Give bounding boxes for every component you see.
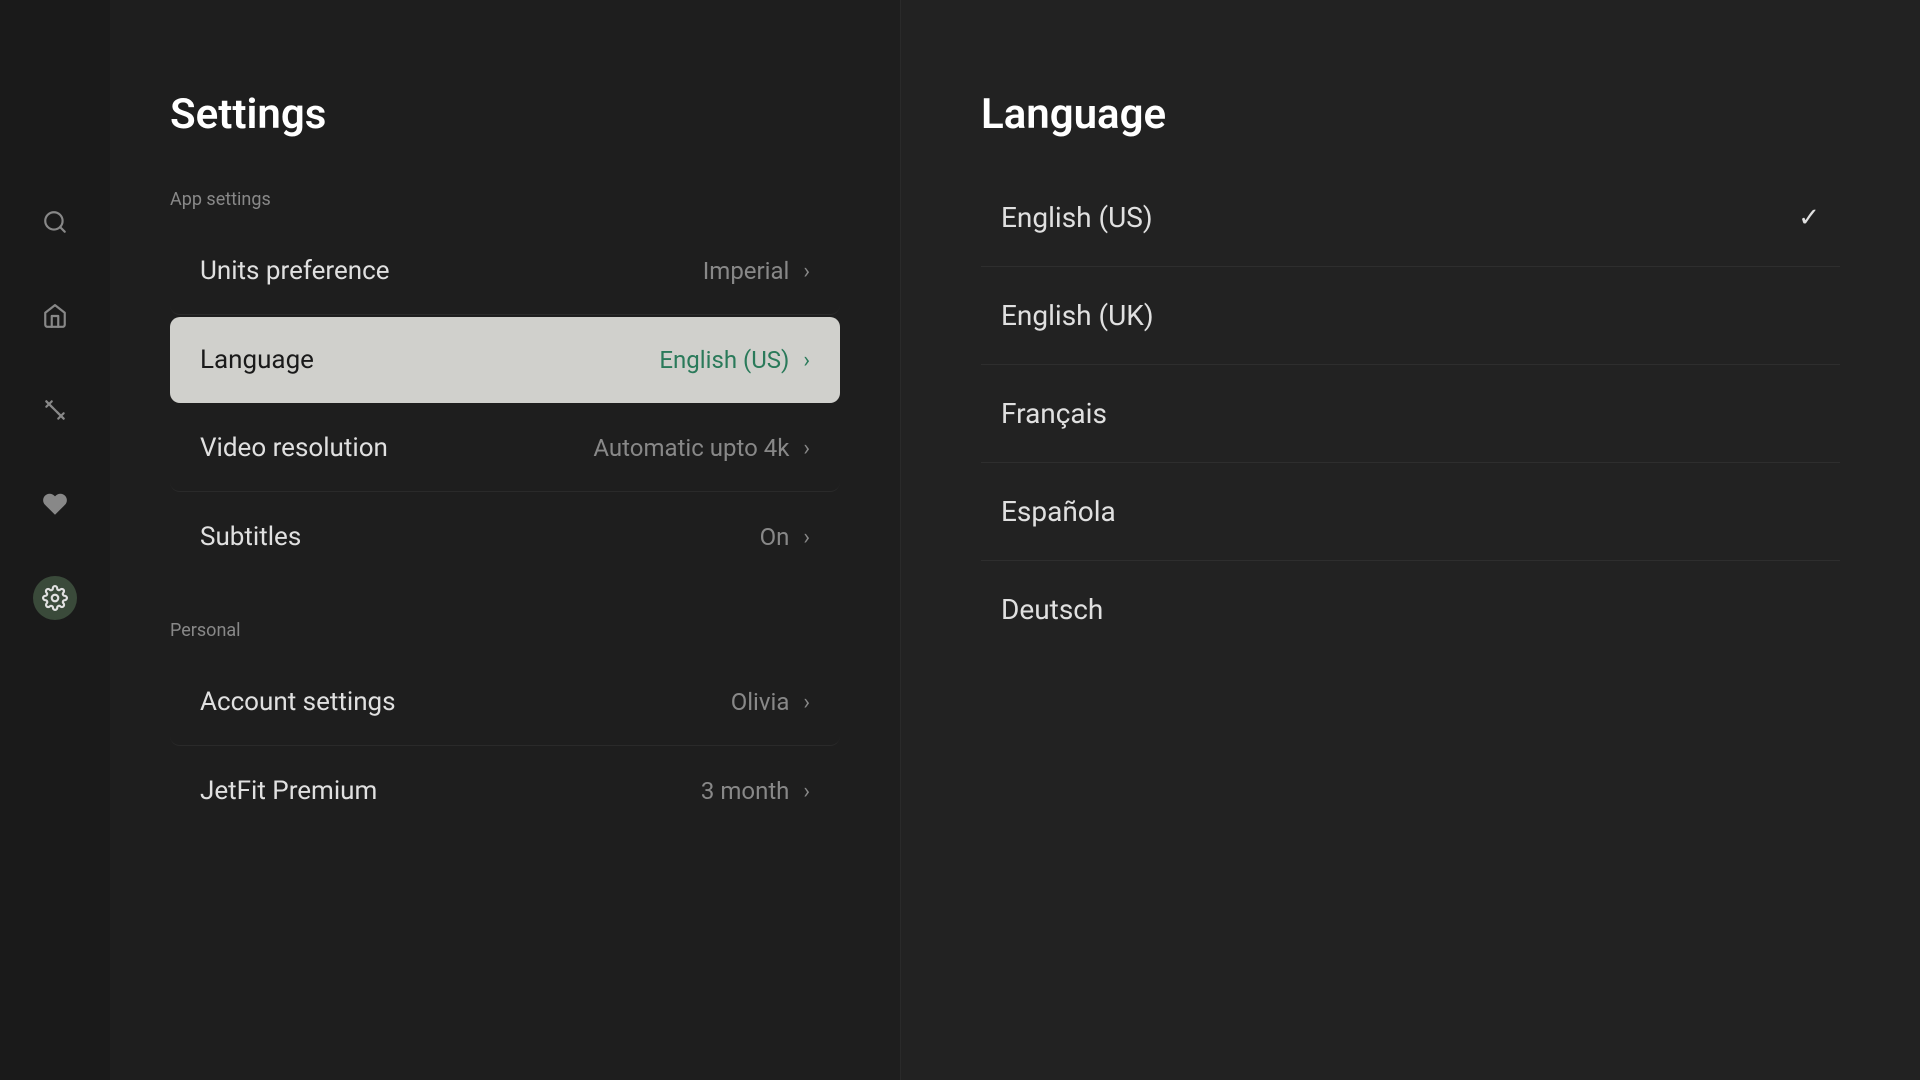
favorites-icon[interactable] [33, 482, 77, 526]
video-label: Video resolution [200, 433, 388, 463]
language-option-francais[interactable]: Français [981, 365, 1840, 463]
settings-panel: Settings App settings Units preference I… [110, 0, 900, 1080]
language-name-english-us: English (US) [1001, 201, 1153, 234]
account-right: Olivia › [731, 688, 810, 716]
premium-label: JetFit Premium [200, 776, 377, 806]
language-name-francais: Français [1001, 397, 1107, 430]
account-value: Olivia [731, 688, 790, 716]
language-list: English (US) ✓ English (UK) Français Esp… [981, 169, 1840, 658]
language-panel-title: Language [981, 90, 1840, 139]
video-resolution-item[interactable]: Video resolution Automatic upto 4k › [170, 405, 840, 492]
app-settings-label: App settings [170, 189, 840, 210]
premium-item[interactable]: JetFit Premium 3 month › [170, 748, 840, 834]
language-name-english-uk: English (UK) [1001, 299, 1154, 332]
account-label: Account settings [200, 687, 396, 717]
check-icon-english-us: ✓ [1798, 203, 1820, 233]
language-option-espanola[interactable]: Española [981, 463, 1840, 561]
language-label: Language [200, 345, 314, 375]
search-icon[interactable] [33, 200, 77, 244]
subtitles-item[interactable]: Subtitles On › [170, 494, 840, 580]
language-item[interactable]: Language English (US) › [170, 317, 840, 403]
account-settings-item[interactable]: Account settings Olivia › [170, 659, 840, 746]
premium-value: 3 month [701, 777, 790, 805]
language-name-espanola: Española [1001, 495, 1116, 528]
video-value: Automatic upto 4k [593, 434, 789, 462]
subtitles-right: On › [760, 523, 810, 551]
subtitles-value: On [760, 523, 790, 551]
units-right: Imperial › [703, 257, 810, 285]
language-option-english-uk[interactable]: English (UK) [981, 267, 1840, 365]
units-value: Imperial [703, 257, 790, 285]
language-panel: Language English (US) ✓ English (UK) Fra… [901, 0, 1920, 1080]
units-label: Units preference [200, 256, 390, 286]
language-chevron-icon: › [803, 348, 810, 373]
language-name-deutsch: Deutsch [1001, 593, 1103, 626]
sidebar [0, 0, 110, 1080]
subtitles-chevron-icon: › [803, 525, 810, 550]
video-chevron-icon: › [803, 436, 810, 461]
app-settings-list: Units preference Imperial › Language Eng… [170, 228, 840, 580]
settings-title: Settings [170, 90, 840, 139]
language-option-deutsch[interactable]: Deutsch [981, 561, 1840, 658]
video-right: Automatic upto 4k › [593, 434, 810, 462]
account-chevron-icon: › [803, 690, 810, 715]
settings-icon[interactable] [33, 576, 77, 620]
subtitles-label: Subtitles [200, 522, 301, 552]
personal-label: Personal [170, 620, 840, 641]
tools-icon[interactable] [33, 388, 77, 432]
language-option-english-us[interactable]: English (US) ✓ [981, 169, 1840, 267]
units-preference-item[interactable]: Units preference Imperial › [170, 228, 840, 315]
units-chevron-icon: › [803, 259, 810, 284]
language-right: English (US) › [659, 346, 810, 374]
language-value: English (US) [659, 346, 789, 374]
home-icon[interactable] [33, 294, 77, 338]
premium-right: 3 month › [701, 777, 810, 805]
premium-chevron-icon: › [803, 779, 810, 804]
personal-settings-list: Account settings Olivia › JetFit Premium… [170, 659, 840, 834]
